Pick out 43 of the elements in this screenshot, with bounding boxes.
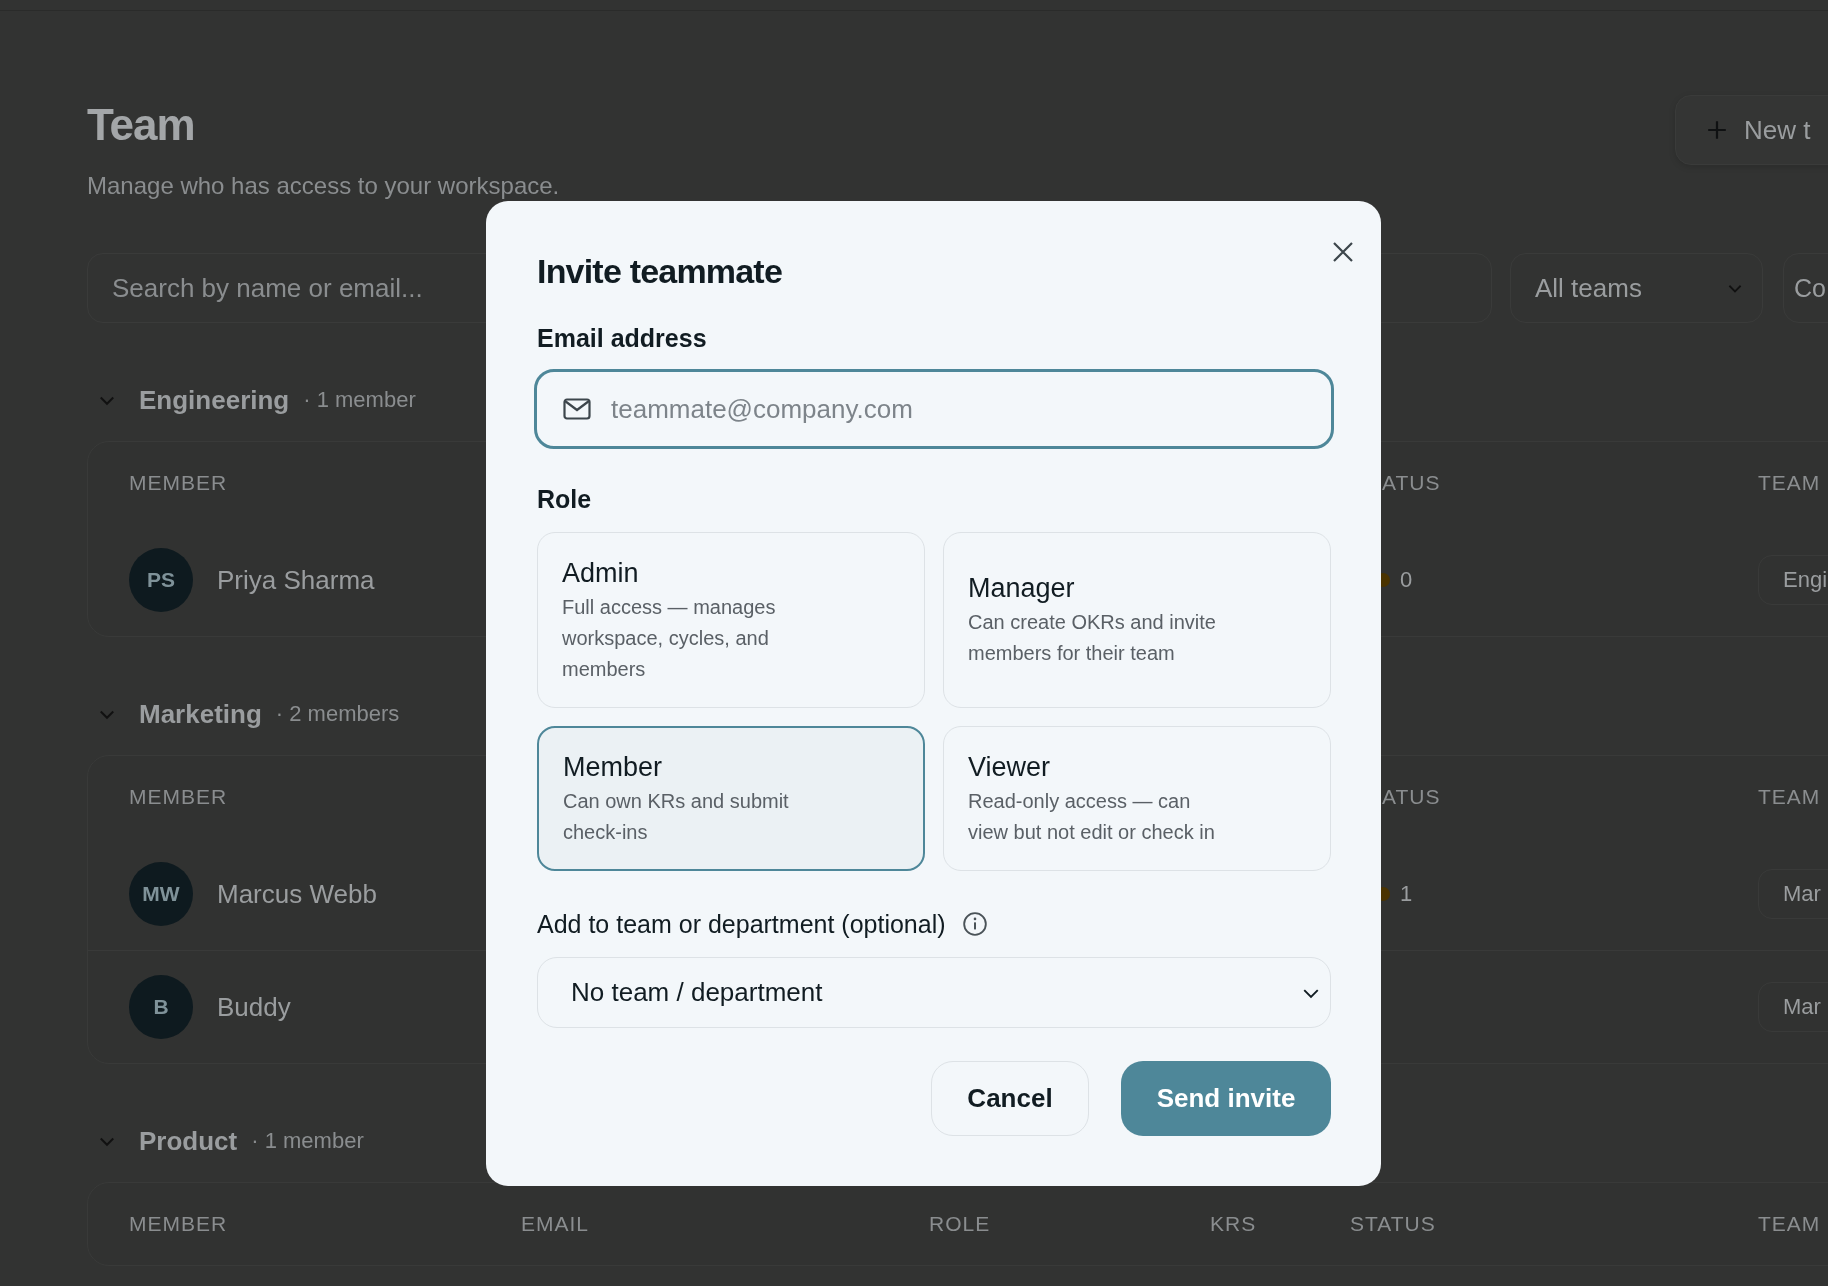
column-header: TEAM: [1758, 1212, 1822, 1236]
avatar: PS: [129, 548, 193, 612]
role-description: Full access — manages workspace, cycles, and members: [562, 594, 777, 682]
page-title: Team: [87, 99, 196, 151]
role-description: Can own KRs and submit check-ins: [563, 788, 790, 845]
column-header: ATUS: [1381, 785, 1442, 809]
page-subtitle: Manage who has access to your workspace.: [87, 171, 561, 201]
avatar: MW: [129, 862, 193, 926]
field-label: Add to team or department (optional): [537, 909, 946, 940]
column-header: KRS: [1210, 1212, 1258, 1236]
group-name: Product: [139, 1125, 238, 1157]
role-description: Can create OKRs and invite members for their team: [968, 610, 1217, 666]
role-description: Read-only access — can view but not edit or check in: [968, 788, 1216, 845]
member-name: Marcus Webb: [217, 878, 377, 910]
role-title: Member: [563, 750, 664, 784]
column-header: ROLE: [929, 1212, 992, 1236]
avatar: B: [129, 975, 193, 1039]
field-label: Role: [537, 484, 593, 515]
role-title: Admin: [562, 556, 640, 590]
team-tag: Engi: [1758, 555, 1828, 605]
column-header: ATUS: [1381, 471, 1442, 495]
status-count: 0: [1400, 567, 1413, 593]
member-count: · 2 members: [275, 701, 400, 727]
column-header: TEAM: [1758, 471, 1822, 495]
field-label: Email address: [537, 323, 708, 354]
column-header: EMAIL: [521, 1212, 591, 1236]
team-tag: Mar: [1758, 982, 1828, 1032]
role-title: Viewer: [968, 750, 1052, 784]
group-name: Engineering: [139, 384, 290, 416]
member-count: · 1 member: [251, 1128, 364, 1154]
column-header: TEAM: [1758, 785, 1822, 809]
column-header: MEMBER: [129, 1212, 229, 1236]
group-name: Marketing: [139, 698, 262, 730]
column-header: MEMBER: [129, 785, 229, 809]
member-count: · 1 member: [303, 387, 416, 413]
member-name: Priya Sharma: [217, 564, 375, 596]
role-title: Manager: [968, 572, 1076, 605]
member-name: Buddy: [217, 991, 291, 1023]
dialog-title: Invite teammate: [537, 251, 783, 292]
team-tag: Mar: [1758, 869, 1828, 919]
status-count: 1: [1400, 881, 1413, 907]
column-header: STATUS: [1350, 1212, 1437, 1236]
column-header: MEMBER: [129, 471, 229, 495]
